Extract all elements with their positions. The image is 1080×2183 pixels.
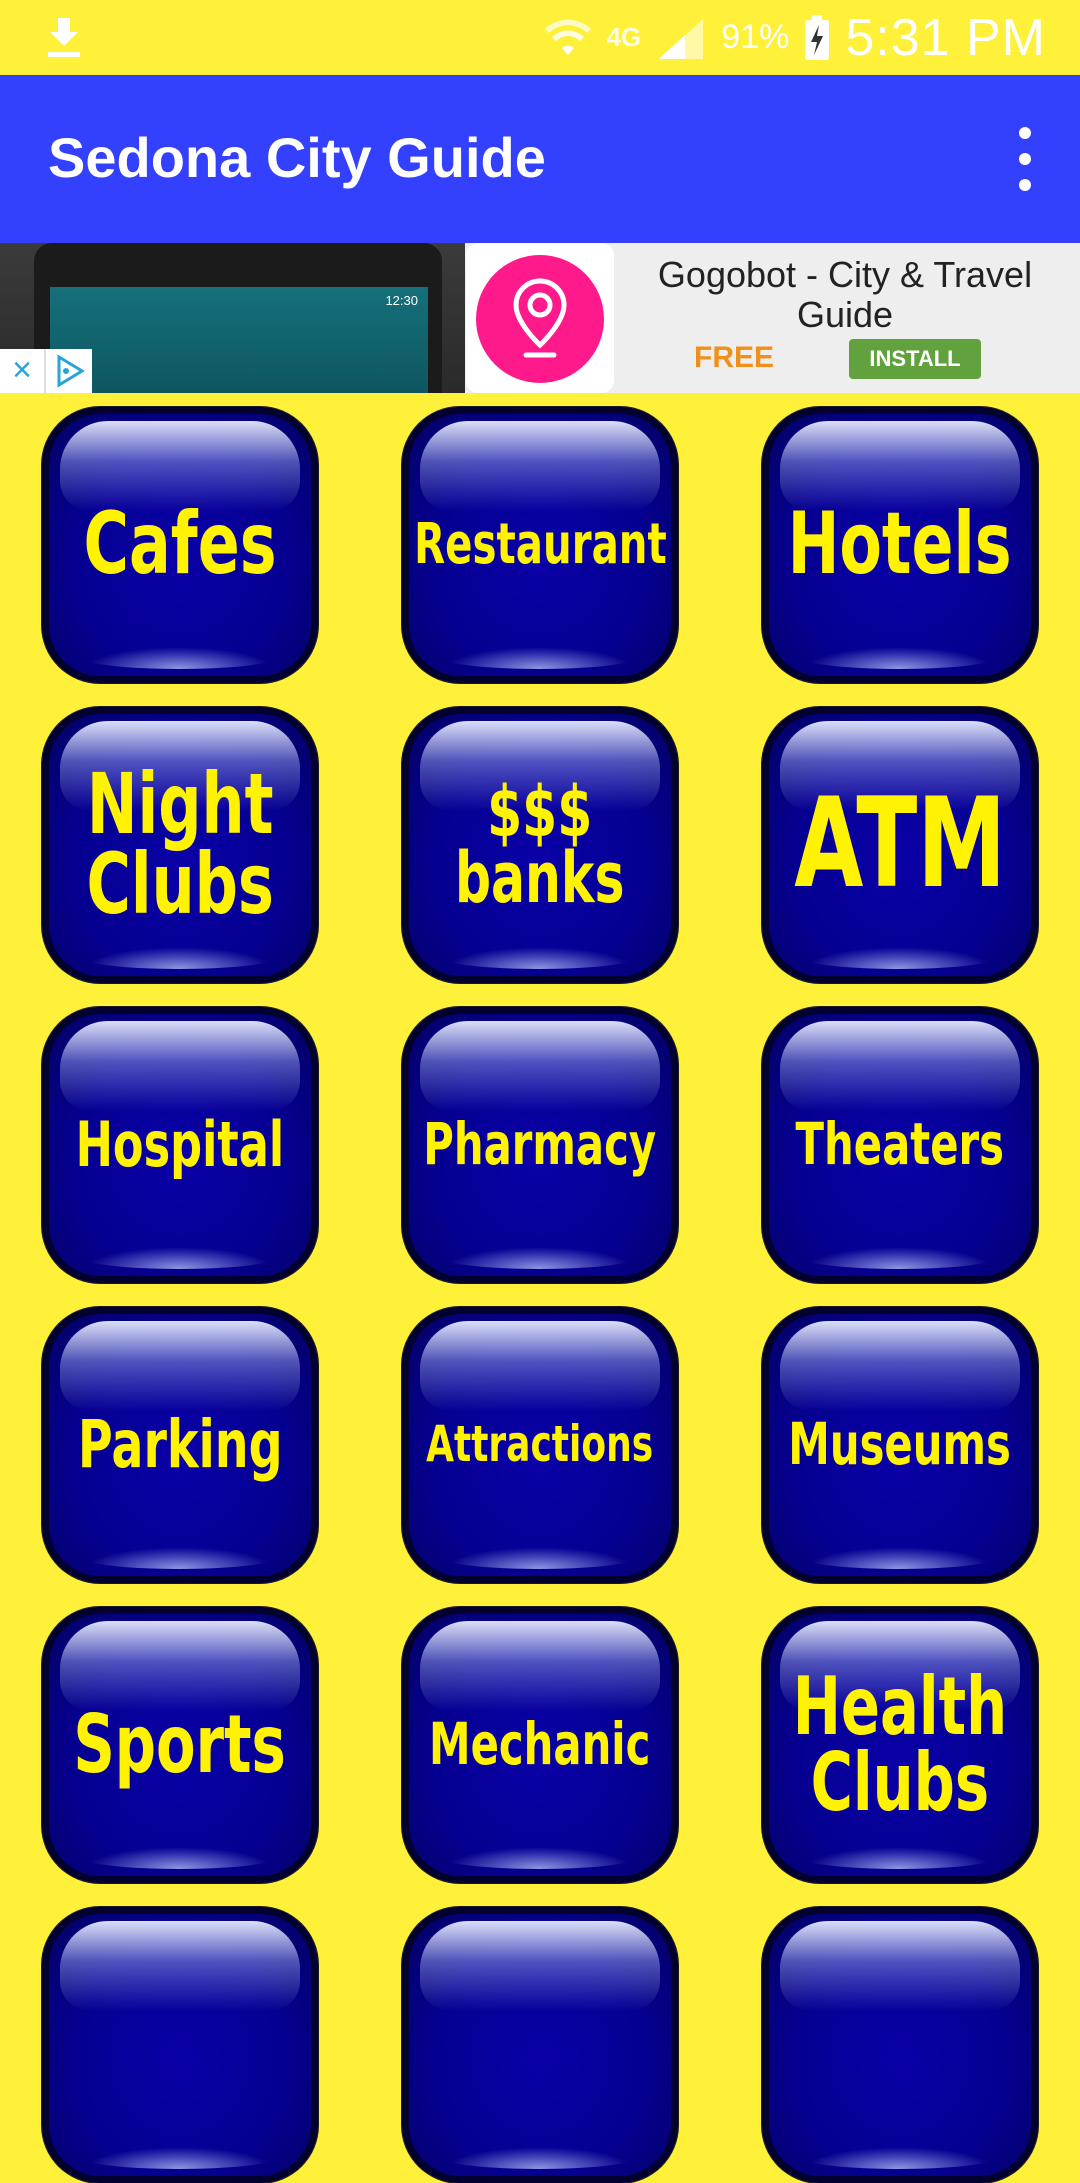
- ad-price: FREE: [694, 341, 775, 374]
- tile-hotels-button[interactable]: Hotels: [762, 407, 1038, 683]
- tile-attractions-button[interactable]: Attractions: [402, 1307, 678, 1583]
- tile-cafes-button[interactable]: Cafes: [42, 407, 318, 683]
- tile-museums-button[interactable]: Museums: [762, 1307, 1038, 1583]
- ad-phone-time: 12:30: [385, 293, 418, 308]
- tile-label: ATM: [794, 772, 1006, 917]
- tile-label: Hotels: [787, 494, 1013, 595]
- tile-label: Sports: [73, 1698, 287, 1791]
- status-bar: 4G 91% 5:31 PM: [0, 0, 1080, 75]
- tile-pharmacy-button[interactable]: Pharmacy: [402, 1007, 678, 1283]
- ad-close-icon[interactable]: ×: [0, 349, 46, 393]
- wifi-icon: [544, 19, 591, 55]
- ad-choices-icon[interactable]: [46, 349, 92, 393]
- tile-restaurant-button[interactable]: Restaurant: [402, 407, 678, 683]
- tile-label: Theaters: [795, 1110, 1005, 1179]
- tile-hospital-button[interactable]: Hospital: [42, 1007, 318, 1283]
- tile-health-clubs-button[interactable]: Health Clubs: [762, 1607, 1038, 1883]
- tile-label: Pharmacy: [423, 1110, 657, 1179]
- tile-label: Museums: [788, 1410, 1012, 1479]
- tile-label: Night Clubs: [86, 755, 274, 933]
- tile-atm-button[interactable]: ATM: [762, 707, 1038, 983]
- tile-label: Hospital: [75, 1107, 285, 1181]
- ad-banner[interactable]: 12:30 × Gogobot - City & Travel Guide FR…: [0, 243, 1080, 393]
- tile-banks-button[interactable]: $$$ banks: [402, 707, 678, 983]
- ad-app-icon[interactable]: [466, 243, 614, 393]
- tile-label: Mechanic: [429, 1710, 651, 1779]
- signal-icon: [659, 18, 704, 59]
- network-type-label: 4G: [606, 22, 642, 52]
- tile-label: Health Clubs: [792, 1660, 1008, 1829]
- tile-mechanic-button[interactable]: Mechanic: [402, 1607, 678, 1883]
- tile-label: Attractions: [426, 1415, 654, 1474]
- app-title: Sedona City Guide: [48, 126, 546, 189]
- more-vert-icon[interactable]: [1010, 127, 1040, 191]
- status-icons: 4G 91% 5:31 PM: [543, 0, 1046, 75]
- battery-charging-icon: [805, 14, 830, 60]
- tile-sports-button[interactable]: Sports: [42, 1607, 318, 1883]
- install-button[interactable]: INSTALL: [849, 339, 981, 379]
- tile-label: Restaurant: [413, 512, 667, 578]
- ad-phone-screen: 12:30: [50, 287, 428, 393]
- tile-night-clubs-button[interactable]: Night Clubs: [42, 707, 318, 983]
- ad-title: Gogobot - City & Travel Guide: [657, 254, 1033, 335]
- app-bar: Sedona City Guide: [0, 75, 1080, 243]
- tile-partial-button[interactable]: [762, 1907, 1038, 2183]
- tile-label: $$$ banks: [455, 770, 625, 919]
- tile-label: Parking: [77, 1405, 283, 1483]
- menu-dot: [1019, 127, 1031, 139]
- tile-parking-button[interactable]: Parking: [42, 1307, 318, 1583]
- download-icon: [48, 18, 80, 57]
- battery-percent: 91%: [721, 18, 790, 56]
- tile-partial-button[interactable]: [402, 1907, 678, 2183]
- tile-theaters-button[interactable]: Theaters: [762, 1007, 1038, 1283]
- location-pin-icon: [476, 255, 604, 383]
- tile-label: Cafes: [83, 494, 277, 595]
- menu-dot: [1019, 179, 1031, 191]
- menu-dot: [1019, 153, 1031, 165]
- clock: 5:31 PM: [845, 8, 1046, 67]
- category-grid: Cafes Restaurant Hotels Night Clubs $$$ …: [0, 393, 1080, 2183]
- tile-partial-button[interactable]: [42, 1907, 318, 2183]
